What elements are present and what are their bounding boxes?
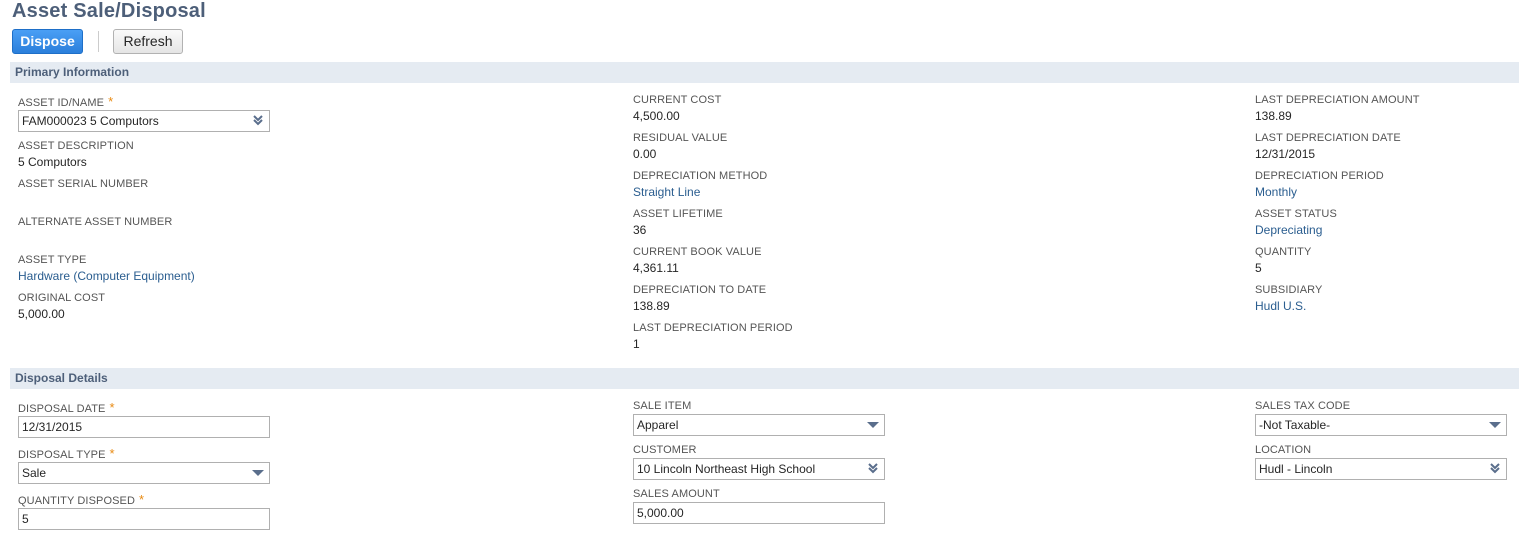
subsidiary-link[interactable]: Hudl U.S. [1255,299,1306,313]
residual-value-value: 0.00 [633,147,657,161]
original-cost-value: 5,000.00 [18,307,65,321]
depreciation-period-link[interactable]: Monthly [1255,185,1297,199]
disposal-details-header[interactable]: Disposal Details [10,368,1519,389]
current-cost-label: CURRENT COST [633,94,722,106]
asset-status-link[interactable]: Depreciating [1255,223,1322,237]
asset-lifetime-label: ASSET LIFETIME [633,208,723,220]
asset-description-value: 5 Computors [18,155,87,169]
double-chevron-down-icon[interactable] [251,114,265,128]
disposal-type-select[interactable]: Sale [18,462,270,484]
depreciation-to-date-value: 138.89 [633,299,670,313]
required-marker: * [139,492,145,507]
asset-id-value: FAM000023 5 Computors [22,114,159,128]
last-depreciation-amount-label: LAST DEPRECIATION AMOUNT [1255,94,1420,106]
asset-id-select[interactable]: FAM000023 5 Computors [18,110,270,132]
sale-item-value: Apparel [637,418,679,432]
last-depreciation-date-label: LAST DEPRECIATION DATE [1255,132,1401,144]
sales-tax-code-value: -Not Taxable- [1259,418,1331,432]
asset-lifetime-value: 36 [633,223,647,237]
depreciation-to-date-label: DEPRECIATION TO DATE [633,284,767,296]
location-label: LOCATION [1255,444,1312,456]
sale-item-select[interactable]: Apparel [633,414,885,436]
asset-description-label: ASSET DESCRIPTION [18,140,134,152]
customer-select[interactable]: 10 Lincoln Northeast High School [633,458,885,480]
current-book-value-value: 4,361.11 [633,261,679,275]
asset-status-label: ASSET STATUS [1255,208,1337,220]
disposal-date-label: DISPOSAL DATE * [18,400,115,415]
double-chevron-down-icon[interactable] [866,462,880,476]
double-chevron-down-icon[interactable] [1488,462,1502,476]
caret-down-icon[interactable] [867,422,879,428]
disposal-type-value: Sale [22,466,47,480]
alternate-asset-number-label: ALTERNATE ASSET NUMBER [18,216,173,228]
sales-amount-label: SALES AMOUNT [633,488,720,500]
primary-information-header[interactable]: Primary Information [10,62,1519,83]
location-value: Hudl - Lincoln [1259,462,1333,476]
required-marker: * [108,94,114,109]
depreciation-period-label: DEPRECIATION PERIOD [1255,170,1384,182]
quantity-label: QUANTITY [1255,246,1312,258]
sales-amount-input[interactable]: 5,000.00 [633,502,885,524]
quantity-disposed-label: QUANTITY DISPOSED * [18,492,145,507]
last-depreciation-period-label: LAST DEPRECIATION PERIOD [633,322,793,334]
asset-type-label: ASSET TYPE [18,254,87,266]
dispose-button[interactable]: Dispose [12,29,83,54]
quantity-value: 5 [1255,261,1262,275]
last-depreciation-period-value: 1 [633,337,640,351]
caret-down-icon[interactable] [1489,422,1501,428]
last-depreciation-amount-value: 138.89 [1255,109,1292,123]
required-marker: * [109,446,115,461]
asset-id-label: ASSET ID/NAME * [18,94,114,109]
depreciation-method-link[interactable]: Straight Line [633,185,700,199]
last-depreciation-date-value: 12/31/2015 [1255,147,1316,161]
current-book-value-label: CURRENT BOOK VALUE [633,246,762,258]
original-cost-label: ORIGINAL COST [18,292,106,304]
customer-value: 10 Lincoln Northeast High School [637,462,816,476]
caret-down-icon[interactable] [252,470,264,476]
asset-type-link[interactable]: Hardware (Computer Equipment) [18,269,195,283]
page-title: Asset Sale/Disposal [12,0,206,22]
customer-label: CUSTOMER [633,444,697,456]
asset-serial-number-label: ASSET SERIAL NUMBER [18,178,149,190]
sales-tax-code-select[interactable]: -Not Taxable- [1255,414,1507,436]
sales-tax-code-label: SALES TAX CODE [1255,400,1351,412]
required-marker: * [109,400,115,415]
location-select[interactable]: Hudl - Lincoln [1255,458,1507,480]
disposal-type-label: DISPOSAL TYPE * [18,446,115,461]
depreciation-method-label: DEPRECIATION METHOD [633,170,768,182]
disposal-date-input[interactable]: 12/31/2015 [18,416,270,438]
quantity-disposed-input[interactable]: 5 [18,508,270,530]
current-cost-value: 4,500.00 [633,109,680,123]
sale-item-label: SALE ITEM [633,400,692,412]
residual-value-label: RESIDUAL VALUE [633,132,728,144]
refresh-button[interactable]: Refresh [113,29,183,54]
toolbar-separator [98,31,99,52]
subsidiary-label: SUBSIDIARY [1255,284,1323,296]
